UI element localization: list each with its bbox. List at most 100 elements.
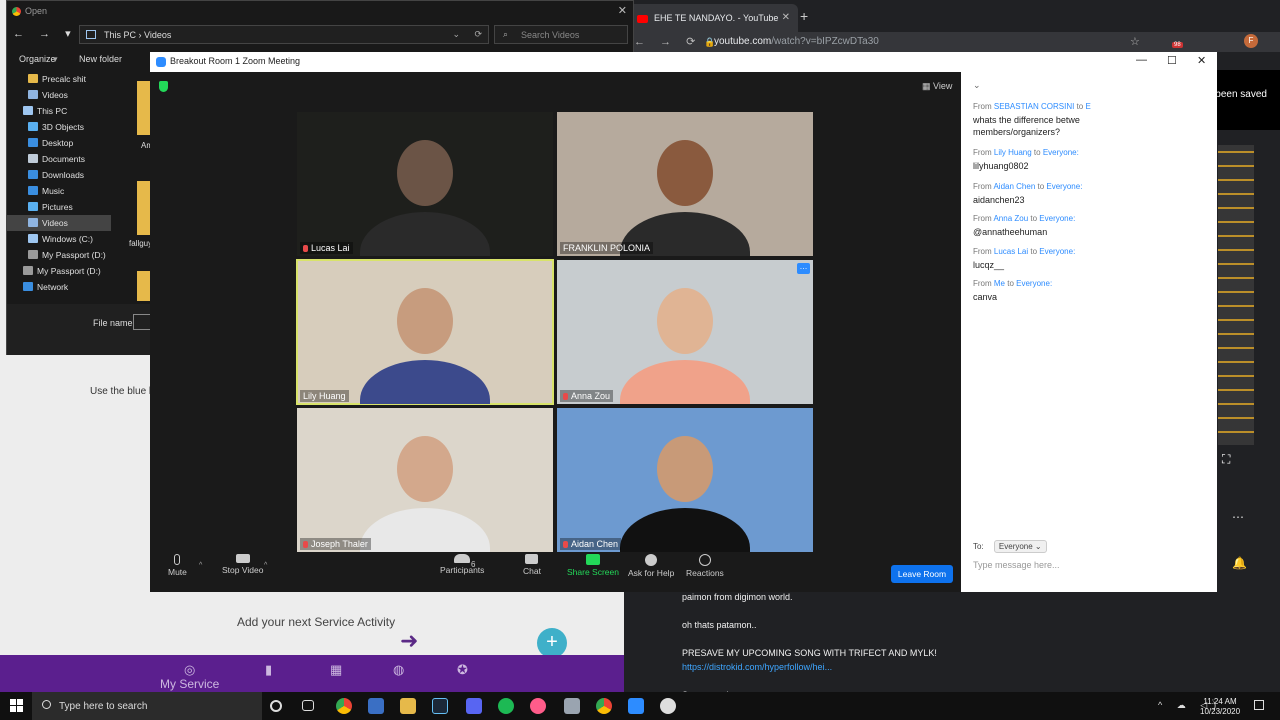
fullscreen-icon[interactable]: ⛶	[1222, 452, 1230, 467]
tree-item[interactable]: This PC	[7, 103, 111, 119]
view-button[interactable]: ▦ View	[922, 81, 952, 92]
recipient-dropdown[interactable]: Everyone ⌄	[993, 540, 1047, 553]
search-input[interactable]: ⌕ Search Videos	[494, 25, 628, 44]
participants-icon	[454, 554, 471, 563]
tree-item-label: Videos	[42, 218, 68, 228]
cortana-icon[interactable]	[270, 700, 282, 712]
more-icon[interactable]: ⋯	[1232, 510, 1244, 524]
zoom-taskbar-icon[interactable]	[628, 698, 644, 714]
video-options-chevron-icon[interactable]: ^	[264, 562, 267, 569]
steam-icon[interactable]	[432, 698, 448, 714]
video-tile[interactable]: Aidan Chen	[557, 408, 813, 552]
mute-button[interactable]: Mute	[168, 554, 187, 577]
tree-item[interactable]: Music	[7, 183, 111, 199]
tab-youtube[interactable]: EHE TE NANDAYO. - YouTube ✕	[628, 4, 798, 32]
video-tile[interactable]: Lucas Lai	[297, 112, 553, 256]
smiley-icon	[698, 554, 711, 566]
nav-buttons[interactable]: ← → ⟳	[634, 35, 701, 48]
app-icon[interactable]	[660, 698, 676, 714]
chrome-profile-icon[interactable]	[596, 698, 612, 714]
nav-item-3[interactable]: ◍	[393, 663, 404, 677]
close-icon[interactable]: ✕	[1197, 54, 1206, 67]
chevron-down-icon[interactable]: ⌄	[452, 29, 460, 40]
taskbar-search[interactable]: Type here to search	[32, 692, 262, 720]
video-tile[interactable]: Joseph Thaler	[297, 408, 553, 552]
tree-item-label: 3D Objects	[42, 122, 85, 132]
chat-button[interactable]: Chat	[523, 554, 541, 576]
minimize-icon[interactable]: —	[1136, 54, 1147, 66]
tree-item[interactable]: Windows (C:)	[7, 231, 111, 247]
app-icon[interactable]	[530, 698, 546, 714]
tree-item[interactable]: Desktop	[7, 135, 111, 151]
tree-item-label: Network	[37, 282, 69, 292]
sender-name[interactable]: Aidan Chen	[993, 182, 1035, 191]
profile-avatar[interactable]: F	[1244, 34, 1258, 48]
nav-item-2[interactable]: ▦	[330, 663, 342, 677]
maximize-icon[interactable]: ☐	[1167, 54, 1177, 67]
chevron-down-icon[interactable]: ⌄	[973, 80, 981, 91]
bell-icon[interactable]: 🔔	[1232, 556, 1247, 570]
sender-name[interactable]: Lucas Lai	[994, 247, 1028, 256]
nav-item-1[interactable]: ▮	[265, 663, 272, 677]
spotify-icon[interactable]	[498, 698, 514, 714]
sender-name[interactable]: SEBASTIAN CORSINI	[994, 102, 1074, 111]
stop-video-button[interactable]: Stop Video	[222, 554, 263, 575]
discord-icon[interactable]	[466, 698, 482, 714]
tree-item[interactable]: Pictures	[7, 199, 111, 215]
sender-name[interactable]: Anna Zou	[993, 214, 1028, 223]
video-tile[interactable]: Lily Huang	[296, 259, 554, 405]
task-view-icon[interactable]	[302, 700, 314, 711]
file-explorer-icon[interactable]	[400, 698, 416, 714]
notification-center-icon[interactable]	[1254, 700, 1264, 710]
video-tile[interactable]: Anna Zou…	[557, 260, 813, 404]
encryption-shield-icon[interactable]	[159, 81, 168, 92]
tree-item[interactable]: Videos	[7, 215, 111, 231]
from-prefix: From	[973, 182, 994, 191]
tree-item[interactable]: Network	[7, 279, 111, 295]
chat-input[interactable]: Type message here...	[973, 560, 1060, 570]
comment-link[interactable]: https://distrokid.com/hyperfollow/hei...	[682, 660, 937, 674]
more-options-button[interactable]: …	[797, 263, 810, 274]
audio-options-chevron-icon[interactable]: ^	[199, 562, 202, 569]
reactions-button[interactable]: Reactions	[686, 554, 724, 578]
tree-item[interactable]: Precalc shit	[7, 71, 111, 87]
new-folder-button[interactable]: New folder	[79, 54, 122, 64]
clock[interactable]: 11:24 AM 10/23/2020	[1200, 697, 1240, 717]
ask-help-button[interactable]: Ask for Help	[628, 554, 674, 578]
share-screen-button[interactable]: Share Screen	[567, 554, 619, 577]
tree-item-label: My Passport (D:)	[42, 250, 106, 260]
folder-icon	[28, 234, 38, 243]
add-activity-button[interactable]: +	[537, 628, 567, 658]
refresh-icon[interactable]: ⟳	[474, 29, 482, 40]
chrome-icon[interactable]	[336, 698, 352, 714]
tree-item[interactable]: My Passport (D:)	[7, 247, 111, 263]
sender-name[interactable]: Me	[994, 279, 1005, 288]
tree-item[interactable]: Documents	[7, 151, 111, 167]
path-bar[interactable]: This PC › Videos ⌄ ⟳	[79, 25, 489, 44]
new-tab-button[interactable]: +	[800, 8, 808, 24]
video-tile[interactable]: FRANKLIN POLONIA	[557, 112, 813, 256]
participants-button[interactable]: Participants	[440, 554, 484, 575]
breadcrumb-item[interactable]: Videos	[144, 30, 171, 40]
clock-time: 11:24 AM	[1203, 697, 1237, 706]
organize-button[interactable]: Organize	[19, 54, 56, 64]
sender-name[interactable]: Lily Huang	[994, 148, 1032, 157]
nav-item-0[interactable]: ◎ My Service	[160, 663, 219, 692]
close-icon[interactable]: ✕	[618, 4, 627, 17]
tree-item[interactable]: 3D Objects	[7, 119, 111, 135]
tree-item[interactable]: Videos	[7, 87, 111, 103]
nav-row: ← → ▾ ↑ This PC › Videos ⌄ ⟳ ⌕ Search Vi…	[7, 23, 633, 47]
bookmark-star-icon[interactable]: ☆	[1130, 35, 1140, 48]
app-icon[interactable]	[564, 698, 580, 714]
url-text[interactable]: youtube.com/watch?v=bIPZcwDTa30	[714, 36, 879, 47]
close-tab-icon[interactable]: ✕	[782, 12, 790, 23]
leave-room-button[interactable]: Leave Room	[891, 565, 953, 583]
tree-item[interactable]: My Passport (D:)	[7, 263, 111, 279]
windows-start-icon[interactable]	[10, 699, 23, 712]
comment-text: paimon from digimon world.	[682, 592, 793, 602]
store-icon[interactable]	[368, 698, 384, 714]
reactions-label: Reactions	[686, 568, 724, 578]
breadcrumb-item[interactable]: This PC	[104, 30, 136, 40]
nav-item-4[interactable]: ✪	[457, 663, 468, 677]
tree-item[interactable]: Downloads	[7, 167, 111, 183]
